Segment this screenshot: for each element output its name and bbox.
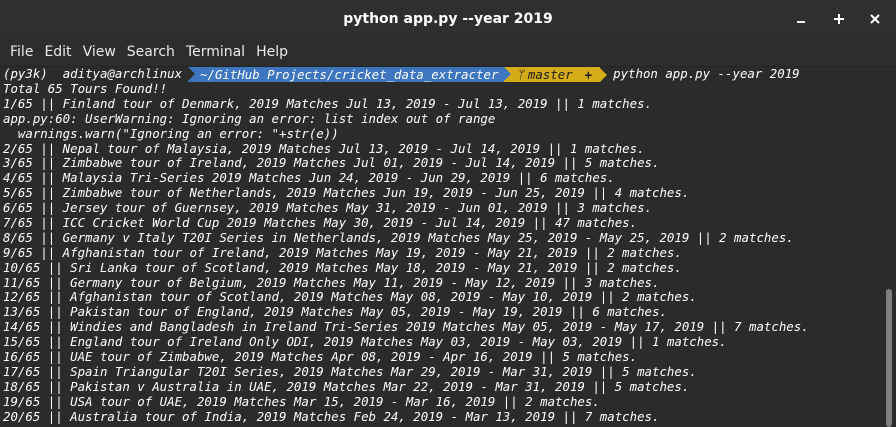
- menu-file[interactable]: File: [0, 44, 40, 60]
- terminal-output[interactable]: (py3k) aditya@archlinux ~/GitHub Project…: [0, 67, 884, 427]
- prompt-git-segment: ᛘ master +: [504, 67, 601, 82]
- output-line: 4/65 || Malaysia Tri-Series 2019 Matches…: [3, 170, 615, 186]
- prompt-env: (py3k): [3, 67, 48, 82]
- output-line: 10/65 || Sri Lanka tour of Scotland, 201…: [3, 259, 682, 275]
- output-line: 11/65 || Germany tour of Belgium, 2019 M…: [3, 274, 660, 290]
- menu-search[interactable]: Search: [123, 44, 182, 60]
- menu-view[interactable]: View: [79, 44, 123, 60]
- menu-terminal[interactable]: Terminal: [182, 44, 252, 60]
- output-line: 16/65 || UAE tour of Zimbabwe, 2019 Matc…: [3, 349, 638, 365]
- close-icon: [870, 14, 880, 24]
- maximize-icon: [834, 14, 844, 24]
- output-line: 19/65 || USA tour of UAE, 2019 Matches M…: [3, 393, 600, 409]
- menu-edit[interactable]: Edit: [40, 44, 78, 60]
- output-line: 18/65 || Pakistan v Australia in UAE, 20…: [3, 378, 690, 394]
- git-status-icon: +: [584, 67, 593, 82]
- shell-prompt: (py3k) aditya@archlinux ~/GitHub Project…: [0, 67, 884, 82]
- prompt-arrow: [600, 67, 608, 82]
- vertical-scrollbar[interactable]: [884, 67, 896, 427]
- output-line: 13/65 || Pakistan tour of England, 2019 …: [3, 304, 667, 320]
- menu-bar: File Edit View Search Terminal Help: [0, 38, 896, 67]
- title-bar[interactable]: python app.py --year 2019: [0, 0, 896, 38]
- output-line: Total 65 Tours Found!!: [3, 81, 168, 96]
- prompt-path: ~/GitHub Projects/cricket_data_extracter: [188, 67, 505, 82]
- minimize-icon: [797, 21, 805, 23]
- output-line: 8/65 || Germany v Italy T20I Series in N…: [3, 229, 794, 245]
- output-line: 17/65 || Spain Triangular T20I Series, 2…: [3, 363, 697, 379]
- prompt-user-host: aditya@archlinux: [62, 67, 183, 82]
- menu-help[interactable]: Help: [252, 44, 295, 60]
- output-line: 3/65 || Zimbabwe tour of Ireland, 2019 M…: [3, 155, 660, 171]
- output-line: 1/65 || Finland tour of Denmark, 2019 Ma…: [3, 95, 653, 111]
- output-line: 20/65 || Australia tour of India, 2019 M…: [3, 408, 660, 424]
- window-title: python app.py --year 2019: [343, 11, 553, 27]
- output-line: app.py:60: UserWarning: Ignoring an erro…: [3, 110, 496, 126]
- prompt-branch: master: [527, 67, 573, 82]
- output-line: 5/65 || Zimbabwe tour of Netherlands, 20…: [3, 185, 690, 201]
- output-line: 14/65 || Windies and Bangladesh in Irela…: [3, 319, 809, 335]
- output-line: 2/65 || Nepal tour of Malaysia, 2019 Mat…: [3, 140, 645, 156]
- output-line: 15/65 || England tour of Ireland Only OD…: [3, 334, 727, 350]
- output-line: warnings.warn("Ignoring an error: "+str(…: [3, 125, 339, 141]
- output-line: 9/65 || Afghanistan tour of Ireland, 201…: [3, 244, 682, 260]
- scrollbar-thumb[interactable]: [886, 289, 892, 427]
- minimize-button[interactable]: [786, 0, 816, 38]
- output-line: 12/65 || Afghanistan tour of Scotland, 2…: [3, 289, 697, 305]
- output-line: 6/65 || Jersey tour of Guernsey, 2019 Ma…: [3, 200, 653, 216]
- maximize-button[interactable]: [824, 0, 854, 38]
- prompt-command: python app.py --year 2019: [613, 67, 800, 82]
- git-branch-icon: ᛘ: [516, 67, 524, 82]
- terminal-window: python app.py --year 2019 File Edit View…: [0, 0, 896, 427]
- close-button[interactable]: [860, 0, 890, 38]
- output-line: 7/65 || ICC Cricket World Cup 2019 Match…: [3, 215, 638, 231]
